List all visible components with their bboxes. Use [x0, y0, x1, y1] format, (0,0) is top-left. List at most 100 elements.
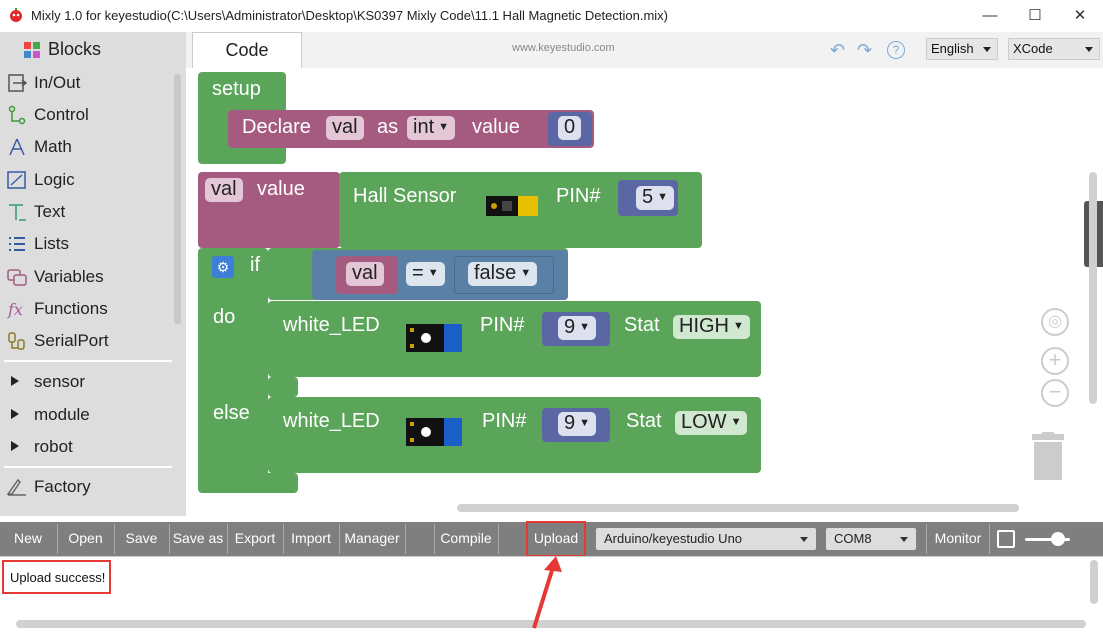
- category-variables[interactable]: Variables: [0, 262, 172, 292]
- pin-label: PIN#: [480, 314, 525, 336]
- pin-label: PIN#: [556, 185, 601, 207]
- dropdown-arrow-icon: ▼: [438, 121, 450, 134]
- trash-icon[interactable]: [1030, 432, 1066, 482]
- save-button[interactable]: Save: [115, 522, 168, 556]
- group-robot[interactable]: robot: [0, 432, 172, 462]
- minimize-icon[interactable]: —: [980, 6, 1000, 26]
- category-label: Lists: [34, 234, 69, 253]
- category-functions[interactable]: fx Functions: [0, 294, 172, 324]
- else-label: else: [213, 402, 250, 424]
- number-field[interactable]: 0: [558, 116, 582, 140]
- pin-value: 9: [564, 316, 576, 338]
- toolbox-title: Blocks: [48, 39, 102, 59]
- category-label: In/Out: [34, 73, 81, 92]
- stat-dropdown[interactable]: HIGH ▼: [673, 315, 750, 339]
- undo-icon[interactable]: ↶: [830, 40, 845, 61]
- functions-icon: fx: [7, 300, 23, 319]
- assign-var-field[interactable]: val: [205, 178, 243, 202]
- editor-header: Code www.keyestudio.com ↶ ↷ ? English XC…: [186, 32, 1103, 68]
- category-logic[interactable]: Logic: [0, 165, 172, 195]
- do-label: do: [213, 306, 236, 328]
- group-module[interactable]: module: [0, 400, 172, 430]
- zoom-out-icon[interactable]: −: [1041, 379, 1069, 407]
- tab-code[interactable]: Code: [192, 32, 302, 68]
- pin-dropdown[interactable]: 9 ▼: [558, 412, 597, 436]
- category-lists[interactable]: Lists: [0, 229, 172, 259]
- import-button[interactable]: Import: [284, 522, 338, 556]
- stat-label: Stat: [626, 410, 662, 432]
- dropdown-arrow-icon: ▼: [520, 267, 532, 280]
- toolbox-scrollbar[interactable]: [174, 74, 181, 324]
- slider-handle[interactable]: [1051, 532, 1065, 546]
- sensor-name: Hall Sensor: [353, 185, 457, 207]
- recenter-icon[interactable]: ◎: [1041, 308, 1069, 336]
- workspace-hscrollbar[interactable]: [457, 504, 1019, 512]
- save-as-button[interactable]: Save as: [170, 522, 226, 556]
- white-led-image: [406, 324, 462, 352]
- pin-value: 5: [642, 186, 654, 208]
- led-name: white_LED: [283, 314, 380, 336]
- variables-icon: [7, 269, 27, 286]
- pin-dropdown[interactable]: 9 ▼: [558, 316, 597, 340]
- theme-select[interactable]: XCode: [1008, 38, 1100, 60]
- port-select[interactable]: COM8: [826, 528, 916, 550]
- group-sensor[interactable]: sensor: [0, 367, 172, 397]
- boolean-value: false: [474, 262, 517, 284]
- stat-value: HIGH: [679, 315, 729, 337]
- manager-button[interactable]: Manager: [340, 522, 404, 556]
- divider: [926, 524, 927, 554]
- chip-icon[interactable]: [997, 530, 1015, 548]
- board-select[interactable]: Arduino/keyestudio Uno: [596, 528, 816, 550]
- number-value: 0: [564, 116, 576, 138]
- if-block[interactable]: [198, 248, 268, 492]
- compare-var-field[interactable]: val: [346, 262, 384, 286]
- block-workspace[interactable]: setup Declare val as int ▼ value 0 val va…: [186, 68, 1103, 516]
- dropdown-arrow-icon: ▼: [730, 416, 742, 429]
- stat-dropdown[interactable]: LOW ▼: [675, 411, 748, 435]
- declare-var-field[interactable]: val: [326, 116, 364, 140]
- open-button[interactable]: Open: [58, 522, 113, 556]
- workspace-vscrollbar[interactable]: [1089, 172, 1097, 404]
- maximize-icon[interactable]: ☐: [1025, 6, 1045, 26]
- redo-icon[interactable]: ↷: [857, 40, 872, 61]
- language-select[interactable]: English: [926, 38, 998, 60]
- monitor-button[interactable]: Monitor: [928, 522, 988, 556]
- category-math[interactable]: Math: [0, 132, 172, 162]
- lists-icon: [9, 237, 25, 251]
- type-dropdown[interactable]: int ▼: [407, 116, 456, 140]
- boolean-dropdown[interactable]: false ▼: [468, 262, 538, 286]
- zoom-in-icon[interactable]: +: [1041, 347, 1069, 375]
- logic-icon: [7, 171, 26, 189]
- operator-dropdown[interactable]: = ▼: [406, 262, 445, 286]
- board-value: Arduino/keyestudio Uno: [604, 531, 743, 546]
- new-button[interactable]: New: [0, 522, 56, 556]
- pin-label: PIN#: [482, 410, 527, 432]
- divider: [989, 524, 990, 554]
- block-toolbox: Blocks In/Out Control Math Logic Text Li…: [0, 32, 186, 516]
- pin-value: 9: [564, 412, 576, 434]
- led-block-do[interactable]: [268, 301, 761, 377]
- output-vscrollbar[interactable]: [1090, 560, 1098, 604]
- export-button[interactable]: Export: [228, 522, 282, 556]
- category-serialport[interactable]: SerialPort: [0, 326, 172, 356]
- category-inout[interactable]: In/Out: [0, 68, 172, 98]
- help-icon[interactable]: ?: [887, 41, 905, 59]
- gear-icon[interactable]: ⚙: [212, 256, 234, 278]
- category-label: Factory: [34, 477, 91, 496]
- inout-icon: [8, 74, 28, 92]
- category-control[interactable]: Control: [0, 100, 172, 130]
- category-factory[interactable]: Factory: [0, 472, 172, 502]
- led-block-else[interactable]: [268, 397, 761, 473]
- value-label: value: [257, 178, 305, 200]
- category-text[interactable]: Text: [0, 197, 172, 227]
- category-label: Variables: [34, 267, 104, 286]
- else-divider: [268, 377, 298, 397]
- mixly-logo-icon: [10, 8, 22, 22]
- compile-button[interactable]: Compile: [435, 522, 497, 556]
- led-name: white_LED: [283, 410, 380, 432]
- annotation-arrow-icon: [532, 556, 562, 629]
- pin-dropdown[interactable]: 5 ▼: [636, 186, 675, 210]
- close-icon[interactable]: ✕: [1070, 6, 1090, 26]
- window-title: Mixly 1.0 for keyestudio(C:\Users\Admini…: [31, 8, 668, 23]
- expand-arrow-icon: [11, 441, 19, 451]
